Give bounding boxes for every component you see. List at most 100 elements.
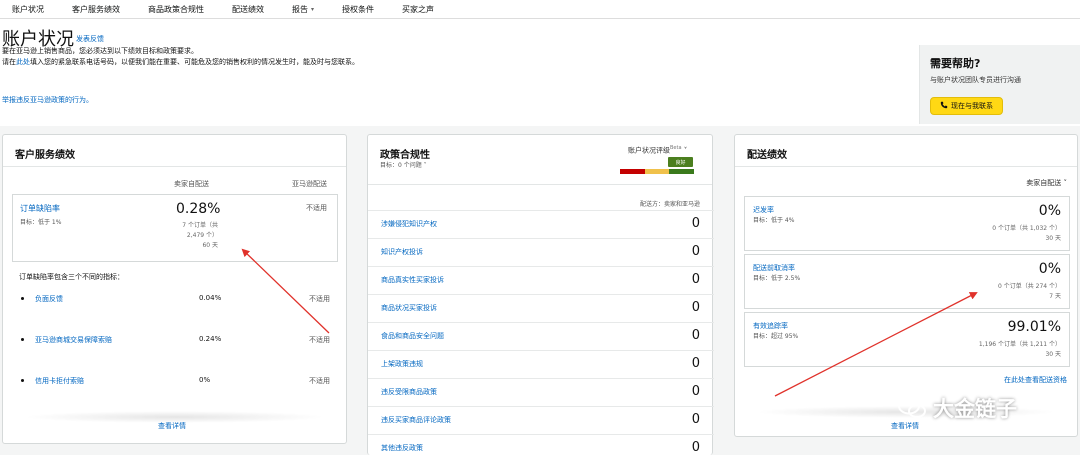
policy-count: 0 <box>691 440 700 455</box>
table-row: 商品真实性买家投诉 0 <box>368 266 714 294</box>
customer-service-title: 客户服务绩效 <box>15 150 75 161</box>
intro-post: 填入您的紧急联系电话号码，以便我们能在重要、可能危及您的销售权利的情况发生时，能… <box>30 58 359 66</box>
sub-metric-value: 0.04% <box>199 294 222 302</box>
shipping-fulfilled-by[interactable]: 卖家自配送 ˅ <box>1026 178 1067 188</box>
contact-here-link[interactable]: 此处 <box>16 58 30 66</box>
account-health-rating[interactable]: 账户状况评级Beta ˅ <box>628 145 687 155</box>
metric-name[interactable]: 迟发率 <box>753 205 774 215</box>
page-header: 账户状况 发表反馈 要在亚马逊上销售商品，您必须达到以下绩效目标和政策要求。 请… <box>0 19 1080 126</box>
late-shipment-box[interactable]: 迟发率 目标：低于 4% 0% 0 个订单（共 1,032 个） 30 天 <box>744 196 1070 251</box>
odr-amazon-value: 不适用 <box>306 204 327 212</box>
policy-target-text: 目标：0 个问题 <box>380 162 422 169</box>
policy-label[interactable]: 其他违反政策 <box>381 443 423 453</box>
bullet <box>21 379 24 382</box>
valid-tracking-box[interactable]: 有效追踪率 目标：超过 95% 99.01% 1,196 个订单（共 1,211… <box>744 312 1070 367</box>
help-panel: 需要帮助? 与账户状况团队专员进行沟通 现在与我联系 <box>919 45 1080 124</box>
metric-value: 0% <box>1038 203 1061 219</box>
metric-days: 30 天 <box>1045 235 1061 242</box>
sub-metric-label[interactable]: 亚马逊商城交易保障索赔 <box>35 335 112 345</box>
nav-customer-service[interactable]: 客户服务绩效 <box>58 4 134 15</box>
table-row: 涉嫌侵犯知识产权 0 <box>368 210 714 238</box>
sub-metric-amazon: 不适用 <box>309 336 330 344</box>
odr-metric-box[interactable]: 订单缺陷率 目标：低于 1% 0.28% 7 个订单（共 2,479 个） 60… <box>12 194 338 262</box>
metric-name[interactable]: 有效追踪率 <box>753 321 788 331</box>
customer-service-card: 客户服务绩效 卖家自配送 亚马逊配送 订单缺陷率 目标：低于 1% 0.28% … <box>2 134 347 444</box>
cancel-rate-box[interactable]: 配送前取消率 目标：低于 2.5% 0% 0 个订单（共 274 个） 7 天 <box>744 254 1070 309</box>
metric-target: 目标：低于 2.5% <box>753 275 801 282</box>
policy-count: 0 <box>691 328 700 343</box>
nav-voice-of-customer[interactable]: 买家之声 <box>388 4 448 15</box>
policy-count: 0 <box>691 216 700 231</box>
intro-text: 要在亚马逊上销售商品，您必须达到以下绩效目标和政策要求。 请在此处填入您的紧急联… <box>2 46 362 68</box>
meter-yellow <box>644 169 670 174</box>
table-row: 上架政策违规 0 <box>368 350 714 378</box>
table-row: 违反受限商品政策 0 <box>368 378 714 406</box>
policy-count: 0 <box>691 384 700 399</box>
report-violation-link[interactable]: 举报违反亚马逊政策的行为。 <box>2 95 93 105</box>
metric-target: 目标：超过 95% <box>753 333 799 340</box>
policy-compliance-card: 政策合规性 目标：0 个问题 ˅ 账户状况评级Beta ˅ 良好 配送方：卖家和… <box>367 134 714 455</box>
col-amazon-fulfilled: 亚马逊配送 <box>292 180 327 188</box>
metric-days: 7 天 <box>1049 293 1061 300</box>
intro-line-2: 请在此处填入您的紧急联系电话号码，以便我们能在重要、可能危及您的销售权利的情况发… <box>2 57 362 68</box>
phone-icon <box>940 101 948 111</box>
metric-orders: 0 个订单（共 274 个） <box>998 283 1061 290</box>
contact-me-label: 现在与我联系 <box>951 102 993 110</box>
policy-target: 目标：0 个问题 ˅ <box>380 160 427 169</box>
shipping-title: 配送绩效 <box>747 150 787 161</box>
nav-eligibility[interactable]: 授权条件 <box>328 4 388 15</box>
metric-name[interactable]: 配送前取消率 <box>753 263 795 273</box>
policy-label[interactable]: 涉嫌侵犯知识产权 <box>381 219 437 229</box>
feedback-link[interactable]: 发表反馈 <box>76 34 104 44</box>
meter-green <box>669 169 695 174</box>
metric-orders: 1,196 个订单（共 1,211 个） <box>978 341 1061 348</box>
policy-label[interactable]: 商品状况买家投诉 <box>381 303 437 313</box>
sub-metric-amazon: 不适用 <box>309 377 330 385</box>
policy-label[interactable]: 商品真实性买家投诉 <box>381 275 444 285</box>
policy-count: 0 <box>691 244 700 259</box>
table-row: 违反买家商品评论政策 0 <box>368 406 714 434</box>
metric-value: 99.01% <box>1007 319 1061 335</box>
policy-label[interactable]: 食品和商品安全问题 <box>381 331 444 341</box>
chevron-down-icon: ˅ <box>683 146 688 155</box>
policy-fulfilled-by: 配送方：卖家和亚马逊 <box>639 201 700 208</box>
table-row: 食品和商品安全问题 0 <box>368 322 714 350</box>
wechat-icon <box>898 397 926 418</box>
nav-shipping[interactable]: 配送绩效 <box>218 4 278 15</box>
col-seller-fulfilled: 卖家自配送 <box>174 180 209 188</box>
chevron-down-icon: ˅ <box>1063 179 1068 187</box>
intro-line-1: 要在亚马逊上销售商品，您必须达到以下绩效目标和政策要求。 <box>2 47 198 55</box>
odr-orders-line-1: 7 个订单（共 <box>182 222 218 229</box>
policy-count: 0 <box>691 272 700 287</box>
sub-metric-label[interactable]: 信用卡拒付索赔 <box>35 376 84 386</box>
policy-label[interactable]: 违反受限商品政策 <box>381 387 437 397</box>
policy-title: 政策合规性 <box>380 150 430 161</box>
odr-value: 0.28% <box>176 201 221 217</box>
policy-label[interactable]: 知识产权投诉 <box>381 247 423 257</box>
nav-policy-compliance[interactable]: 商品政策合规性 <box>134 4 218 15</box>
watermark-text: 大金链子 <box>933 397 1017 421</box>
odr-name[interactable]: 订单缺陷率 <box>20 203 60 214</box>
help-subtitle: 与账户状况团队专员进行沟通 <box>930 76 1021 84</box>
shipping-eligibility-link[interactable]: 在此处查看配送资格 <box>1004 375 1067 385</box>
sub-metric-label[interactable]: 负面反馈 <box>35 294 63 304</box>
metric-value: 0% <box>1038 261 1061 277</box>
nav-reports[interactable]: 报告 ▾ <box>278 4 328 15</box>
divider <box>368 184 712 185</box>
bullet <box>21 297 24 300</box>
top-nav: 账户状况 客户服务绩效 商品政策合规性 配送绩效 报告 ▾ 授权条件 买家之声 <box>0 0 1080 19</box>
health-status-badge: 良好 <box>668 157 693 167</box>
contact-me-button[interactable]: 现在与我联系 <box>930 97 1003 115</box>
health-meter <box>620 169 695 174</box>
policy-label[interactable]: 违反买家商品评论政策 <box>381 415 451 425</box>
shipping-performance-card: 配送绩效 卖家自配送 ˅ 迟发率 目标：低于 4% 0% 0 个订单（共 1,0… <box>734 134 1078 437</box>
table-row: 知识产权投诉 0 <box>368 238 714 266</box>
divider <box>3 166 346 167</box>
view-details-link[interactable]: 查看详情 <box>158 421 186 431</box>
sub-metric-amazon: 不适用 <box>309 295 330 303</box>
health-rating-label: 账户状况评级 <box>628 146 670 155</box>
nav-account-health[interactable]: 账户状况 <box>0 4 58 15</box>
policy-label[interactable]: 上架政策违规 <box>381 359 423 369</box>
sub-metric-value: 0% <box>199 376 211 384</box>
bullet <box>21 338 24 341</box>
